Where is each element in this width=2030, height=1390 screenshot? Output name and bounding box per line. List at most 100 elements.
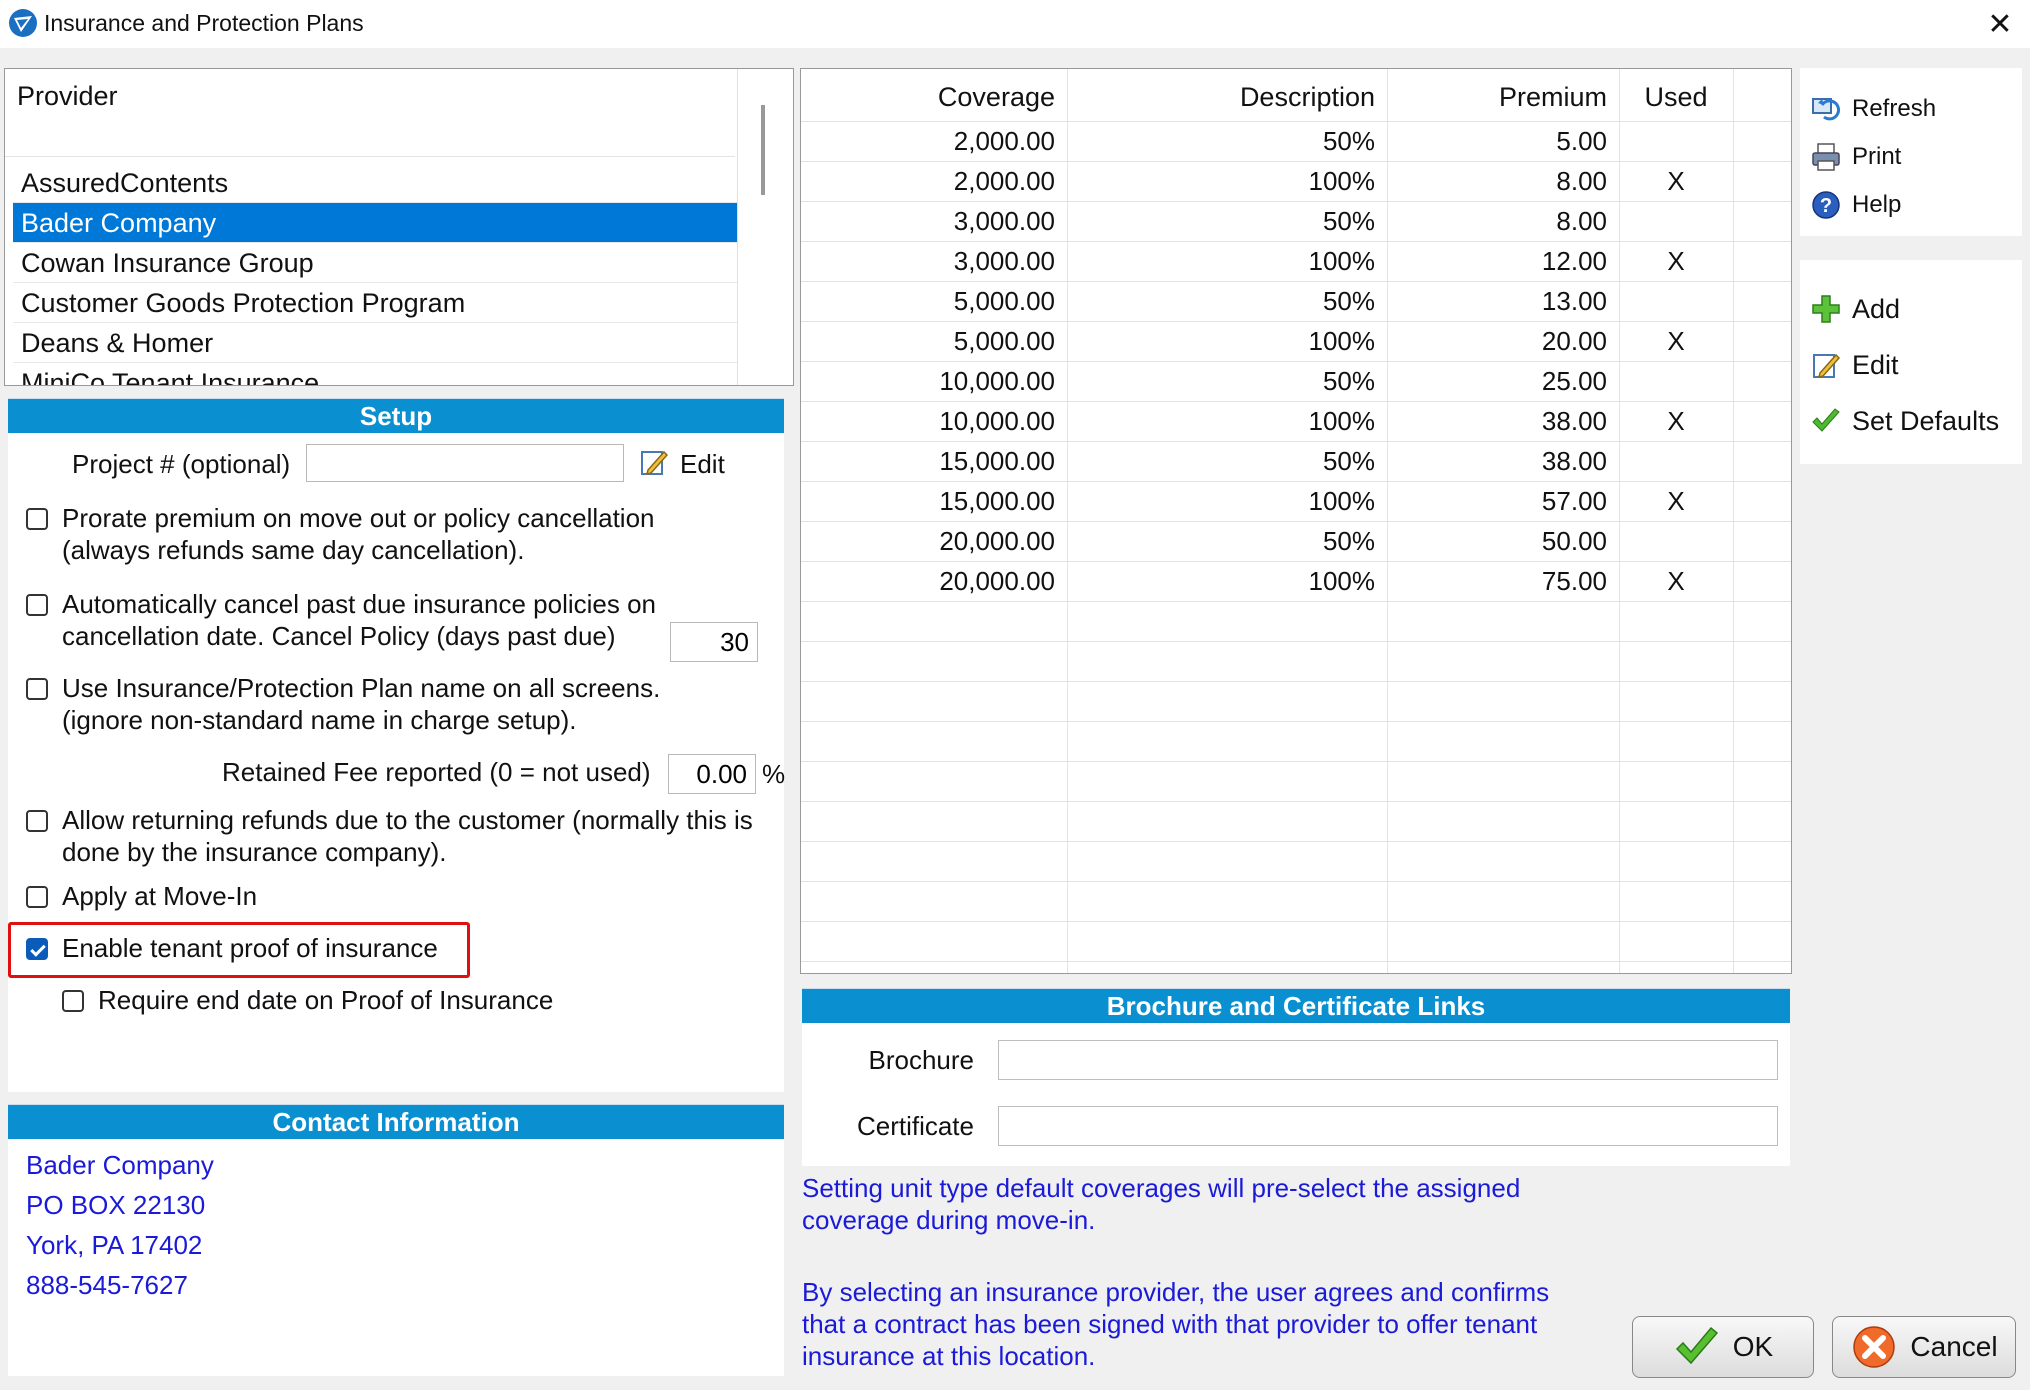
table-gridline — [801, 841, 1791, 842]
app-logo-icon — [8, 8, 38, 38]
certificate-input[interactable] — [998, 1106, 1778, 1146]
table-cell-description: 100% — [1308, 326, 1376, 356]
cancel-label: Cancel — [1910, 1331, 1998, 1362]
table-cell-premium: 5.00 — [1556, 126, 1607, 156]
agree-note-line1: By selecting an insurance provider, the … — [802, 1277, 1550, 1307]
ok-check-icon — [1673, 1323, 1721, 1371]
table-gridline — [801, 321, 1791, 322]
provider-item-minico[interactable]: MiniCo Tenant Insurance — [13, 363, 741, 385]
table-cell-premium: 38.00 — [1541, 446, 1607, 476]
provider-item-customer-goods[interactable]: Customer Goods Protection Program — [13, 283, 741, 323]
refresh-label: Refresh — [1852, 95, 1937, 122]
table-cell-used: X — [1667, 406, 1685, 436]
table-gridline — [801, 601, 1791, 602]
table-cell-description: 50% — [1322, 206, 1375, 236]
edit-icon[interactable] — [638, 446, 672, 480]
contact-city: York, PA 17402 — [26, 1230, 203, 1260]
table-gridline — [801, 881, 1791, 882]
table-gridline — [801, 921, 1791, 922]
contact-header: Contact Information — [8, 1104, 784, 1139]
provider-item-cowan[interactable]: Cowan Insurance Group — [13, 243, 741, 283]
print-button[interactable]: Print — [1810, 140, 1901, 174]
table-gridline — [801, 641, 1791, 642]
column-header-premium[interactable]: Premium — [1387, 79, 1607, 115]
defaults-note-line2: coverage during move-in. — [802, 1205, 1096, 1235]
provider-column-header[interactable]: Provider — [5, 69, 735, 157]
table-gridline — [801, 361, 1791, 362]
table-cell-coverage: 3,000.00 — [953, 206, 1055, 236]
table-cell-premium: 57.00 — [1541, 486, 1607, 516]
print-label: Print — [1852, 143, 1902, 170]
require-end-date-checkbox[interactable] — [62, 990, 84, 1012]
table-cell-coverage: 5,000.00 — [953, 286, 1055, 316]
apply-movein-checkbox[interactable] — [26, 886, 48, 908]
project-edit-button[interactable]: Edit — [680, 448, 725, 480]
edit-icon — [1810, 349, 1842, 381]
table-gridline — [801, 401, 1791, 402]
table-cell-coverage: 2,000.00 — [953, 166, 1055, 196]
table-gridline — [801, 521, 1791, 522]
table-cell-coverage: 3,000.00 — [953, 246, 1055, 276]
provider-item-deans-homer[interactable]: Deans & Homer — [13, 323, 741, 363]
table-cell-premium: 38.00 — [1541, 406, 1607, 436]
table-gridline — [801, 561, 1791, 562]
refresh-icon — [1810, 93, 1842, 125]
project-input[interactable] — [306, 444, 624, 482]
table-cell-coverage: 5,000.00 — [953, 326, 1055, 356]
retained-fee-input[interactable] — [668, 754, 756, 794]
table-cell-premium: 20.00 — [1541, 326, 1607, 356]
defaults-note-line1: Setting unit type default coverages will… — [802, 1173, 1521, 1203]
brochure-input[interactable] — [998, 1040, 1778, 1080]
add-button[interactable]: Add — [1810, 292, 1900, 326]
table-cell-premium: 75.00 — [1541, 566, 1607, 596]
setup-header: Setup — [8, 398, 784, 433]
table-cell-description: 100% — [1308, 246, 1376, 276]
table-cell-description: 50% — [1322, 126, 1375, 156]
column-header-used[interactable]: Used — [1619, 79, 1733, 115]
certificate-label: Certificate — [856, 1111, 974, 1141]
autocancel-label-line1: Automatically cancel past due insurance … — [62, 589, 657, 619]
add-label: Add — [1852, 294, 1901, 324]
provider-scrollbar[interactable] — [737, 69, 792, 385]
toolbar-top: Refresh Print ? Help — [1800, 68, 2022, 236]
table-cell-description: 50% — [1322, 446, 1375, 476]
table-gridline — [801, 441, 1791, 442]
scrollbar-thumb[interactable] — [761, 105, 765, 195]
plus-icon — [1810, 293, 1842, 325]
ok-label: OK — [1732, 1331, 1774, 1362]
table-cell-used: X — [1667, 246, 1685, 276]
table-cell-coverage: 10,000.00 — [939, 406, 1055, 436]
table-cell-premium: 50.00 — [1541, 526, 1607, 556]
links-header: Brochure and Certificate Links — [802, 988, 1790, 1023]
links-panel: Brochure and Certificate Links Brochure … — [802, 988, 1790, 1166]
coverage-table[interactable]: Coverage Description Premium Used 2,000.… — [800, 68, 1792, 974]
set-defaults-button[interactable]: Set Defaults — [1810, 404, 1999, 438]
require-end-date-label: Require end date on Proof of Insurance — [98, 985, 554, 1015]
refresh-button[interactable]: Refresh — [1810, 92, 1936, 126]
table-cell-coverage: 2,000.00 — [953, 126, 1055, 156]
provider-item-bader-company[interactable]: Bader Company — [13, 203, 741, 243]
cancel-days-input[interactable] — [670, 622, 758, 662]
table-cell-premium: 8.00 — [1556, 166, 1607, 196]
provider-list[interactable]: Provider AssuredContents Bader Company C… — [4, 68, 794, 386]
allow-refunds-checkbox[interactable] — [26, 810, 48, 832]
prorate-checkbox[interactable] — [26, 508, 48, 530]
edit-button[interactable]: Edit — [1810, 348, 1899, 382]
autocancel-checkbox[interactable] — [26, 594, 48, 616]
column-header-coverage[interactable]: Coverage — [801, 79, 1055, 115]
ok-button[interactable]: OK — [1632, 1316, 1814, 1378]
table-cell-used: X — [1667, 566, 1685, 596]
table-cell-description: 100% — [1308, 566, 1376, 596]
help-button[interactable]: ? Help — [1810, 188, 1901, 222]
provider-item-assuredcontents[interactable]: AssuredContents — [13, 163, 741, 203]
table-gridline — [801, 241, 1791, 242]
table-gridline — [801, 801, 1791, 802]
table-cell-premium: 13.00 — [1541, 286, 1607, 316]
cancel-button[interactable]: Cancel — [1832, 1316, 2016, 1378]
table-cell-coverage: 20,000.00 — [939, 566, 1055, 596]
project-label: Project # (optional) — [72, 449, 291, 479]
use-name-checkbox[interactable] — [26, 678, 48, 700]
table-cell-used: X — [1667, 166, 1685, 196]
column-header-description[interactable]: Description — [1067, 79, 1375, 115]
close-button[interactable]: ✕ — [1970, 0, 2030, 48]
